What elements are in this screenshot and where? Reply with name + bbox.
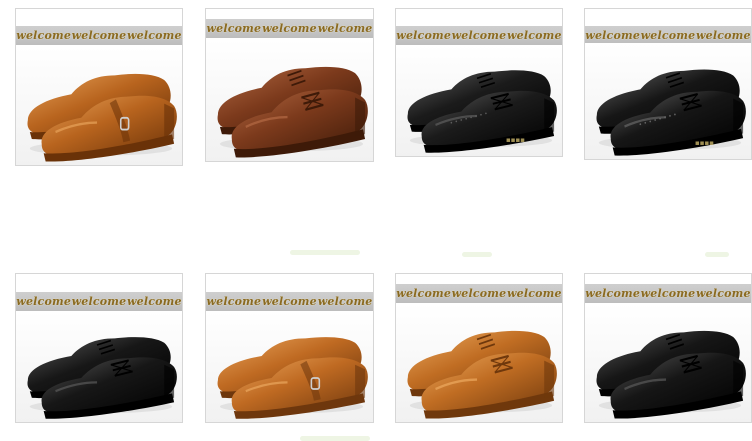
welcome-text: welcome [451,29,507,42]
product-card[interactable]: welcome welcome welcome ▪▪▪▪ [584,8,752,160]
image-artifact [290,250,360,255]
welcome-text: welcome [317,22,373,35]
product-image[interactable] [396,304,562,422]
welcome-text: welcome [262,22,317,35]
welcome-banner: welcome welcome welcome [396,284,562,303]
product-card[interactable]: welcome welcome welcome ▪▪▪▪ [395,8,563,157]
welcome-banner: welcome welcome welcome [206,19,373,38]
product-card[interactable]: welcome welcome welcome [395,273,563,423]
welcome-banner: welcome welcome welcome [585,284,751,303]
welcome-text: welcome [585,29,641,42]
product-image[interactable] [585,43,751,159]
welcome-text: welcome [16,29,72,42]
image-artifact [300,436,370,441]
welcome-text: welcome [16,295,72,308]
image-artifact [462,252,492,257]
welcome-text: welcome [396,287,452,300]
welcome-text: welcome [695,29,751,42]
welcome-text: welcome [451,287,507,300]
welcome-text: welcome [506,287,562,300]
welcome-text: welcome [206,22,262,35]
welcome-text: welcome [126,295,182,308]
welcome-text: welcome [585,287,641,300]
image-artifact [705,252,729,257]
watermark-logo: ▪▪▪▪ [506,136,525,144]
product-image[interactable] [585,304,751,422]
welcome-text: welcome [317,295,373,308]
welcome-banner: welcome welcome welcome [396,26,562,45]
product-image[interactable] [16,47,182,165]
product-card[interactable]: welcome welcome welcome [584,273,752,423]
welcome-text: welcome [126,29,182,42]
product-card[interactable]: welcome welcome welcome [205,8,374,162]
welcome-text: welcome [695,287,751,300]
welcome-banner: welcome welcome welcome [16,26,182,45]
watermark-logo: ▪▪▪▪ [695,139,714,147]
welcome-text: welcome [262,295,317,308]
product-card[interactable]: welcome welcome welcome [15,273,183,423]
product-image[interactable] [206,312,373,422]
welcome-text: welcome [506,29,562,42]
product-card[interactable]: welcome welcome welcome [205,273,374,423]
welcome-banner: welcome welcome welcome [206,292,373,311]
welcome-text: welcome [71,29,127,42]
welcome-banner: welcome welcome welcome [16,292,182,311]
welcome-text: welcome [640,287,696,300]
product-image[interactable] [396,45,562,156]
welcome-text: welcome [396,29,452,42]
welcome-text: welcome [206,295,262,308]
product-card[interactable]: welcome welcome welcome [15,8,183,166]
product-image[interactable] [16,312,182,422]
welcome-text: welcome [71,295,127,308]
welcome-text: welcome [640,29,696,42]
product-image[interactable] [206,39,373,161]
